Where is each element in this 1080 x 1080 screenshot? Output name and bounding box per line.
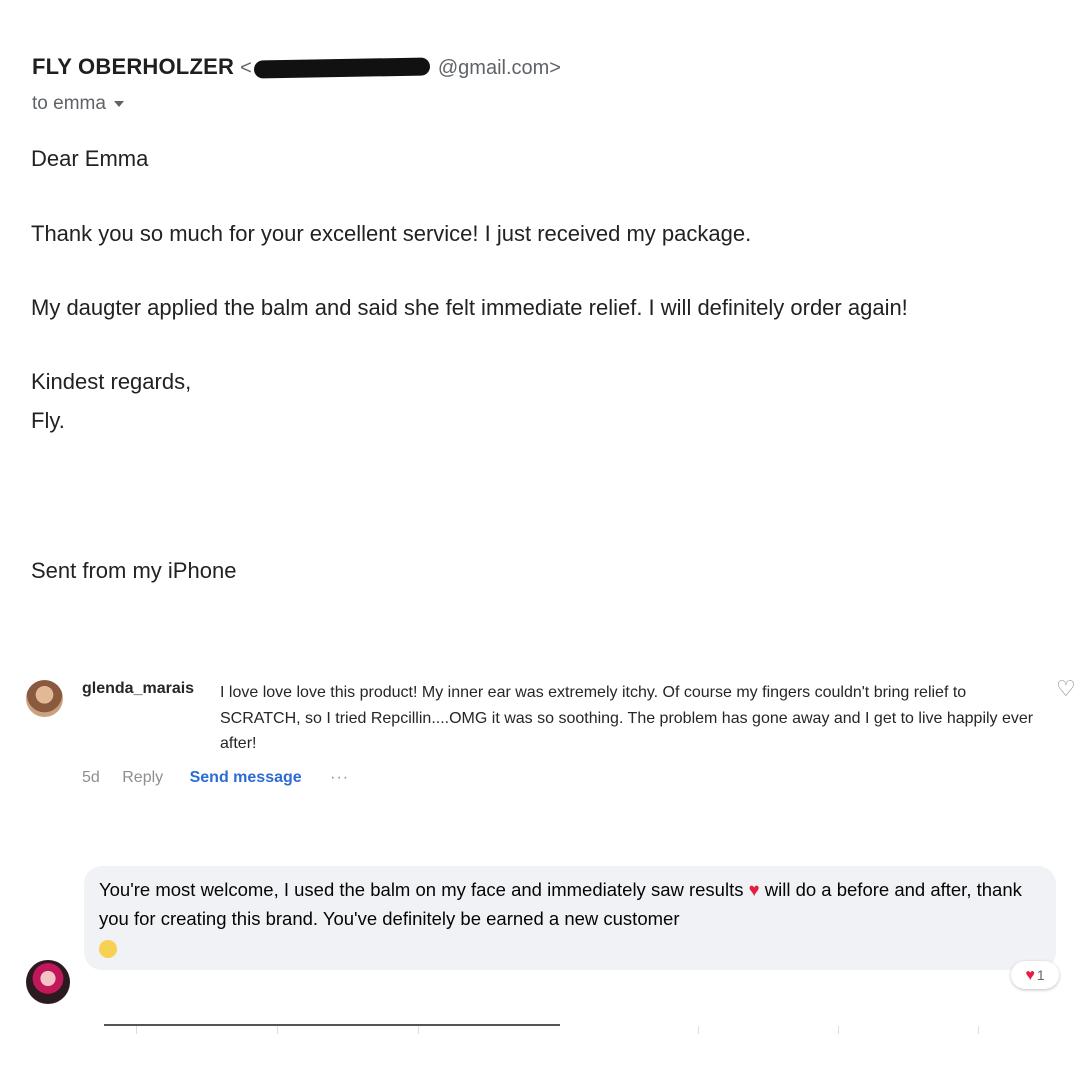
email-paragraph-2: My daugter applied the balm and said she… — [31, 295, 908, 320]
email-signoff: Kindest regards, — [31, 369, 192, 394]
email-greeting: Dear Emma — [31, 146, 149, 171]
comment-username[interactable]: glenda_marais — [82, 680, 194, 698]
divider-tick — [698, 1026, 699, 1034]
divider-tick — [277, 1026, 278, 1034]
heart-outline-icon[interactable]: ♡ — [1056, 676, 1076, 702]
reply-bubble: You're most welcome, I used the balm on … — [84, 866, 1056, 970]
smile-emoji-icon — [99, 940, 117, 959]
sender-name: FLY OBERHOLZER — [32, 54, 235, 79]
redaction-mark — [254, 57, 431, 79]
email-paragraph-1: Thank you so much for your excellent ser… — [31, 221, 752, 246]
comment-body: I love love love this product! My inner … — [220, 684, 1034, 752]
chevron-down-icon[interactable] — [113, 100, 124, 107]
divider — [104, 1024, 560, 1026]
heart-icon: ♥ — [1025, 967, 1035, 984]
email-footer: Sent from my iPhone — [31, 558, 237, 583]
sender-row: FLY OBERHOLZER < @gmail.com> — [32, 54, 561, 80]
comment-actions: 5d Reply Send message ··· — [82, 769, 349, 787]
divider-tick — [838, 1026, 839, 1034]
recipient-dropdown[interactable]: to emma — [32, 93, 124, 115]
avatar[interactable] — [26, 960, 70, 1004]
reply-button[interactable]: Reply — [122, 769, 163, 786]
divider-tick — [418, 1026, 419, 1034]
divider-tick — [136, 1026, 137, 1034]
send-message-button[interactable]: Send message — [190, 769, 302, 786]
reply-text-part-1: You're most welcome, I used the balm on … — [99, 879, 744, 900]
recipient-label: to emma — [32, 93, 106, 114]
reaction-count: 1 — [1036, 967, 1045, 983]
email-signature: Fly. — [31, 408, 65, 433]
heart-icon: ♥ — [748, 879, 760, 900]
avatar[interactable] — [26, 680, 63, 717]
divider-tick — [978, 1026, 979, 1034]
reply-text: You're most welcome, I used the balm on … — [99, 875, 1040, 962]
sender-email: < @gmail.com> — [240, 57, 561, 79]
comment-age: 5d — [82, 769, 100, 786]
reaction-badge[interactable]: ♥ 1 — [1011, 961, 1059, 989]
comment-text: I love love love this product! My inner … — [220, 680, 1040, 757]
more-options-icon[interactable]: ··· — [330, 769, 349, 786]
